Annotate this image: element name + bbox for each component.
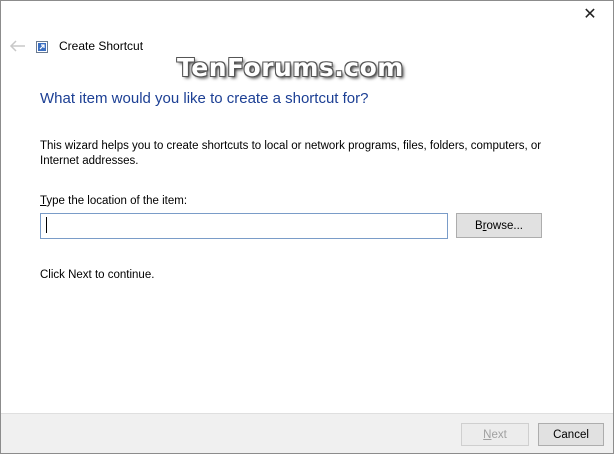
wizard-description: This wizard helps you to create shortcut… bbox=[40, 140, 542, 167]
wizard-heading: What item would you like to create a sho… bbox=[40, 90, 369, 107]
watermark: TenForums.com bbox=[177, 53, 404, 82]
next-label-text: ext bbox=[491, 428, 507, 441]
close-button[interactable]: ✕ bbox=[567, 1, 613, 27]
back-arrow-icon[interactable] bbox=[9, 40, 27, 52]
location-label: Type the location of the item: bbox=[40, 195, 187, 207]
shortcut-icon bbox=[36, 41, 48, 53]
browse-label-end: owse... bbox=[486, 219, 523, 232]
location-input[interactable] bbox=[40, 213, 448, 239]
cancel-button[interactable]: Cancel bbox=[538, 423, 604, 446]
wizard-title: Create Shortcut bbox=[59, 39, 144, 53]
title-bar: ✕ bbox=[1, 1, 613, 31]
text-caret bbox=[46, 217, 47, 233]
close-icon: ✕ bbox=[583, 6, 597, 23]
browse-button[interactable]: Br owse... bbox=[456, 213, 542, 238]
browse-label-start: B bbox=[475, 219, 483, 232]
next-button[interactable]: Next bbox=[461, 423, 529, 446]
location-label-text: ype the location of the item: bbox=[46, 195, 188, 207]
continue-instruction: Click Next to continue. bbox=[40, 269, 155, 281]
create-shortcut-window: ✕ Create Shortcut TenForums.com What ite… bbox=[0, 0, 614, 454]
next-label-accelerator: N bbox=[483, 428, 492, 441]
wizard-footer: Next Cancel bbox=[1, 413, 613, 453]
